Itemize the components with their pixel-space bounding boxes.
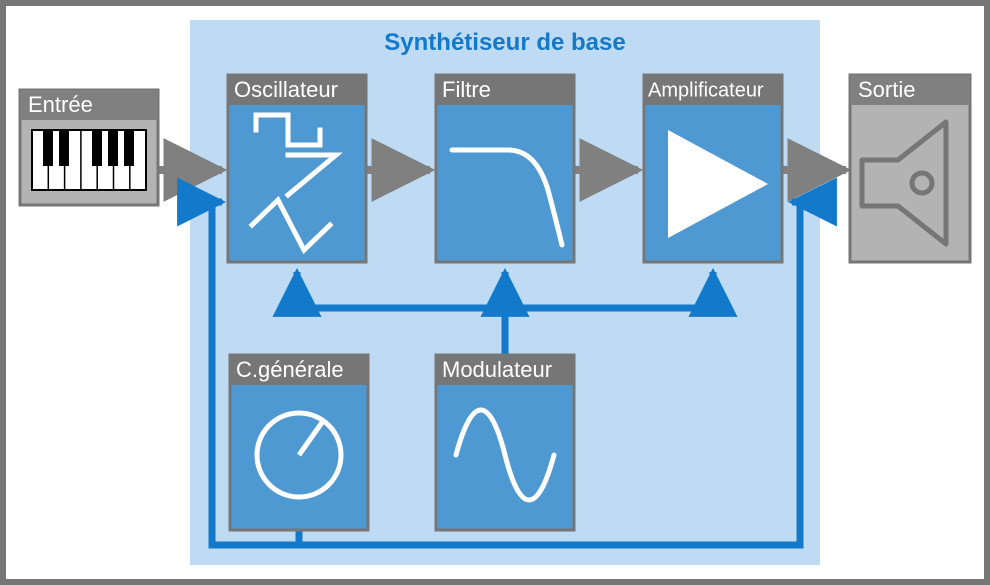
block-amplifier: Amplificateur <box>644 75 782 262</box>
block-output: Sortie <box>850 75 970 262</box>
svg-text:Sortie: Sortie <box>858 77 915 102</box>
diagram-title: Synthétiseur de base <box>384 29 625 56</box>
synth-diagram: Synthétiseur de base Entrée <box>0 0 990 585</box>
block-oscillator: Oscillateur <box>228 75 366 262</box>
svg-text:Entrée: Entrée <box>28 92 93 117</box>
svg-text:Amplificateur: Amplificateur <box>648 79 764 101</box>
block-global: C.générale <box>230 355 368 530</box>
svg-text:Modulateur: Modulateur <box>442 357 552 382</box>
block-filter: Filtre <box>436 75 574 262</box>
block-input: Entrée <box>20 90 158 205</box>
block-modulator: Modulateur <box>436 355 574 530</box>
svg-text:C.générale: C.générale <box>236 357 344 382</box>
keyboard-icon <box>32 130 146 190</box>
svg-text:Filtre: Filtre <box>442 77 491 102</box>
svg-text:Oscillateur: Oscillateur <box>234 77 338 102</box>
